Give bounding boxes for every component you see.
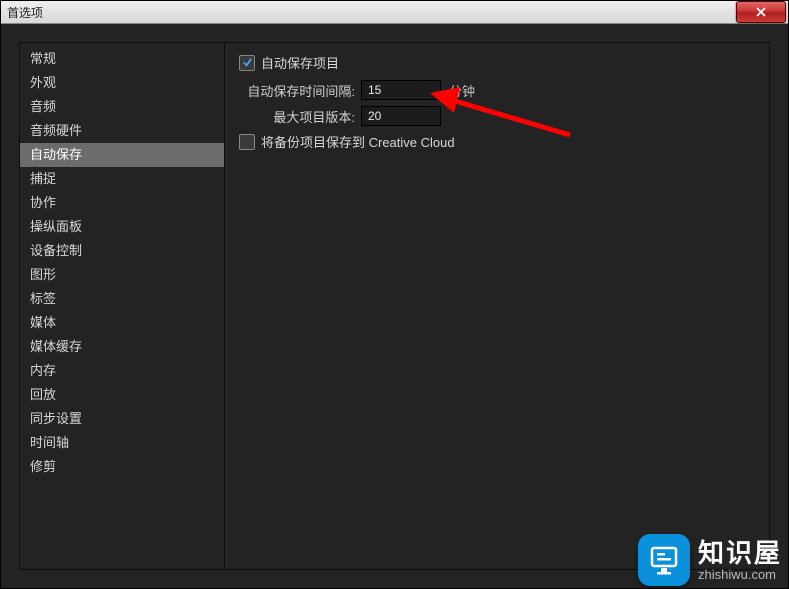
sidebar-item-13[interactable]: 内存 bbox=[20, 359, 224, 383]
interval-input[interactable] bbox=[361, 80, 441, 100]
main-panel: 常规外观音频音频硬件自动保存捕捉协作操纵面板设备控制图形标签媒体媒体缓存内存回放… bbox=[19, 42, 770, 570]
category-sidebar: 常规外观音频音频硬件自动保存捕捉协作操纵面板设备控制图形标签媒体媒体缓存内存回放… bbox=[20, 43, 225, 569]
sidebar-item-16[interactable]: 时间轴 bbox=[20, 431, 224, 455]
auto-save-label: 自动保存项目 bbox=[261, 53, 339, 72]
max-versions-row: 最大项目版本: bbox=[239, 106, 755, 126]
monitor-icon bbox=[647, 543, 681, 577]
sidebar-item-4[interactable]: 自动保存 bbox=[20, 143, 224, 167]
sidebar-item-0[interactable]: 常规 bbox=[20, 47, 224, 71]
watermark: 知识屋 zhishiwu.com bbox=[638, 534, 782, 586]
watermark-icon bbox=[638, 534, 690, 586]
watermark-cn: 知识屋 bbox=[698, 540, 782, 566]
sidebar-item-12[interactable]: 媒体缓存 bbox=[20, 335, 224, 359]
content-area: 自动保存项目 自动保存时间间隔: 分钟 最大项目版本: 将备份项目保存到 Cre… bbox=[225, 43, 769, 569]
interval-label: 自动保存时间间隔: bbox=[239, 81, 355, 100]
check-icon bbox=[242, 57, 253, 68]
auto-save-row: 自动保存项目 bbox=[239, 53, 755, 72]
interval-unit: 分钟 bbox=[449, 81, 475, 100]
sidebar-item-15[interactable]: 同步设置 bbox=[20, 407, 224, 431]
backup-cc-row: 将备份项目保存到 Creative Cloud bbox=[239, 132, 755, 151]
max-versions-input[interactable] bbox=[361, 106, 441, 126]
window-title: 首选项 bbox=[7, 4, 43, 21]
sidebar-item-6[interactable]: 协作 bbox=[20, 191, 224, 215]
max-versions-label: 最大项目版本: bbox=[239, 107, 355, 126]
sidebar-item-9[interactable]: 图形 bbox=[20, 263, 224, 287]
backup-cc-checkbox[interactable] bbox=[239, 134, 255, 150]
window-body: 常规外观音频音频硬件自动保存捕捉协作操纵面板设备控制图形标签媒体媒体缓存内存回放… bbox=[1, 24, 788, 588]
watermark-text: 知识屋 zhishiwu.com bbox=[698, 540, 782, 581]
sidebar-item-1[interactable]: 外观 bbox=[20, 71, 224, 95]
titlebar: 首选项 bbox=[1, 1, 788, 24]
auto-save-checkbox[interactable] bbox=[239, 55, 255, 71]
close-icon bbox=[755, 7, 767, 17]
preferences-window: 首选项 常规外观音频音频硬件自动保存捕捉协作操纵面板设备控制图形标签媒体媒体缓存… bbox=[0, 0, 789, 589]
watermark-en: zhishiwu.com bbox=[698, 568, 782, 581]
sidebar-item-3[interactable]: 音频硬件 bbox=[20, 119, 224, 143]
sidebar-item-8[interactable]: 设备控制 bbox=[20, 239, 224, 263]
sidebar-item-17[interactable]: 修剪 bbox=[20, 455, 224, 479]
close-button[interactable] bbox=[736, 1, 786, 23]
sidebar-item-10[interactable]: 标签 bbox=[20, 287, 224, 311]
backup-cc-label: 将备份项目保存到 Creative Cloud bbox=[261, 132, 455, 151]
sidebar-item-5[interactable]: 捕捉 bbox=[20, 167, 224, 191]
sidebar-item-14[interactable]: 回放 bbox=[20, 383, 224, 407]
sidebar-item-2[interactable]: 音频 bbox=[20, 95, 224, 119]
interval-row: 自动保存时间间隔: 分钟 bbox=[239, 80, 755, 100]
sidebar-item-11[interactable]: 媒体 bbox=[20, 311, 224, 335]
sidebar-item-7[interactable]: 操纵面板 bbox=[20, 215, 224, 239]
